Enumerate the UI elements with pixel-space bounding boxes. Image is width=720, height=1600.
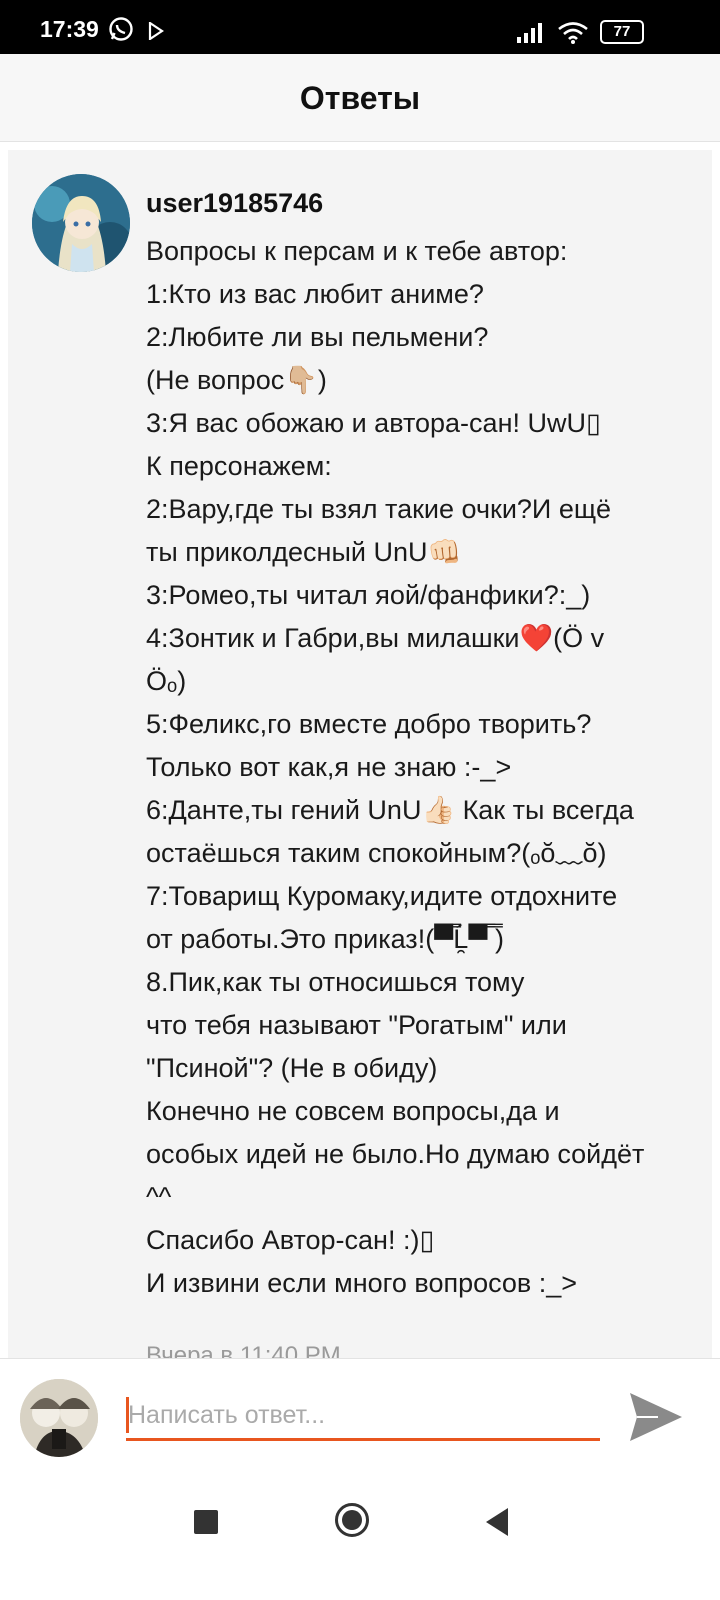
comment-line: 8.Пик,как ты относишься тому (146, 967, 525, 997)
comment-line: Только вот как,я не знаю :-_> (146, 752, 512, 782)
comment-line: особых идей не было.Но думаю сойдёт (146, 1139, 645, 1169)
comment-line: Вопросы к персам и к тебе автор: (146, 236, 568, 266)
reply-bar (0, 1358, 720, 1474)
comment-card: user19185746 Вопросы к персам и к тебе а… (8, 150, 712, 1358)
back-icon (486, 1508, 508, 1536)
comment-line: 3:Ромео,ты читал яой/фанфики?:_) (146, 580, 591, 610)
comment-line: Öₒ) (146, 666, 187, 696)
recent-apps-icon (194, 1510, 218, 1534)
comment-line: "Псиной"? (Не в обиду) (146, 1053, 438, 1083)
reply-input[interactable] (126, 1393, 600, 1441)
comment-line: 1:Кто из вас любит аниме? (146, 279, 484, 309)
wifi-icon (558, 22, 588, 49)
page-title: Ответы (299, 80, 421, 116)
comment-text: Вопросы к персам и к тебе автор: 1:Кто и… (146, 230, 706, 1305)
user-avatar[interactable] (32, 174, 130, 272)
comment-line: что тебя называют "Рогатым" или (146, 1010, 567, 1040)
comment-line: 5:Феликс,го вместе добро творить? (146, 709, 592, 739)
system-nav-bar (0, 1474, 720, 1600)
comment-line: 7:Товарищ Куромаку,идите отдохните (146, 881, 618, 911)
play-icon (148, 20, 164, 45)
battery-icon: 77 (600, 20, 644, 44)
send-icon (630, 1393, 682, 1441)
comment-username[interactable]: user19185746 (146, 188, 323, 219)
comment-timestamp: Вчера в 11:40 PM (146, 1342, 341, 1358)
comment-line: К персонажем: (146, 451, 332, 481)
comment-line: ^^ (146, 1182, 172, 1212)
status-bar: 17:39 77 (0, 0, 720, 54)
recent-apps-button[interactable] (194, 1510, 218, 1539)
comment-line: Спасибо Автор-сан! :)▯ (146, 1225, 435, 1255)
comment-line: Конечно не совсем вопросы,да и (146, 1096, 560, 1126)
comment-line: 3:Я вас обожаю и автора-сан! UwU▯ (146, 408, 601, 438)
signal-icon (516, 22, 544, 49)
comment-line: 2:Вару,где ты взял такие очки?И ещё (146, 494, 612, 524)
app-bar: Ответы (0, 54, 720, 142)
comment-line: от работы.Это приказ!(▀̿Ĺ̯▀̿ ̿) (146, 924, 504, 954)
comment-line: 6:Данте,ты гений UnU👍🏻 Как ты всегда (146, 795, 634, 825)
battery-level: 77 (613, 23, 631, 40)
comment-line: остаёшься таким спокойным?(ₒŏ﹏ŏ) (146, 838, 607, 868)
home-icon (335, 1503, 369, 1537)
comment-line: (Не вопрос👇🏼) (146, 365, 327, 395)
comment-line: 2:Любите ли вы пельмени? (146, 322, 489, 352)
comment-line: ты приколдесный UnU👊🏻 (146, 537, 462, 567)
whatsapp-icon (108, 16, 134, 47)
home-button[interactable] (334, 1502, 370, 1543)
my-avatar (20, 1379, 98, 1457)
status-time: 17:39 (40, 16, 99, 42)
send-button[interactable] (628, 1389, 684, 1445)
comment-line: 4:Зонтик и Габри,вы милашки❤️(Ö v (146, 623, 605, 653)
back-button[interactable] (484, 1508, 510, 1541)
comment-line: И извини если много вопросов :_> (146, 1268, 578, 1298)
